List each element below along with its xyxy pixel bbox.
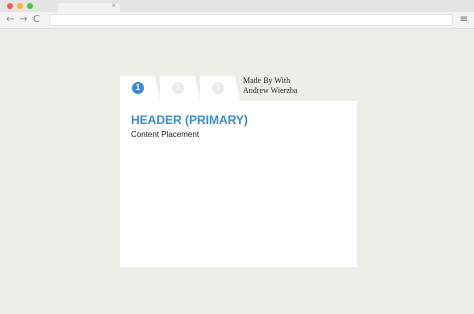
menu-icon[interactable]: ≡ [460,14,468,26]
back-arrow-icon[interactable]: ← [6,14,14,26]
reload-icon[interactable]: C [33,14,40,26]
browser-titlebar: × [0,0,474,12]
step-1-indicator: 1 [132,82,144,94]
tab-close-icon[interactable]: × [111,1,116,11]
step-3-indicator: 3 [212,82,224,94]
minimize-window-button[interactable] [17,3,23,9]
step-tab-2[interactable]: 2 [160,76,200,101]
browser-toolbar: ← → C ≡ [0,12,474,29]
address-bar[interactable] [49,14,453,26]
credit-line-2: Andrew Wierzba [243,86,298,95]
credit-line-1: Made By With [243,76,291,85]
close-window-button[interactable] [7,3,13,9]
content-card: HEADER (PRIMARY) Content Placement [120,101,357,267]
card-header: HEADER (PRIMARY) [131,113,248,127]
browser-tab[interactable]: × [58,1,120,12]
step-tab-1[interactable]: 1 [120,76,160,101]
step-tabs: 1 2 3 [120,76,240,101]
card-body-text: Content Placement [131,130,200,139]
maximize-window-button[interactable] [27,3,33,9]
forward-arrow-icon[interactable]: → [19,14,27,26]
credit-text: Made By With Andrew Wierzba [243,76,323,96]
step-tab-3[interactable]: 3 [200,76,240,101]
step-2-indicator: 2 [172,82,184,94]
